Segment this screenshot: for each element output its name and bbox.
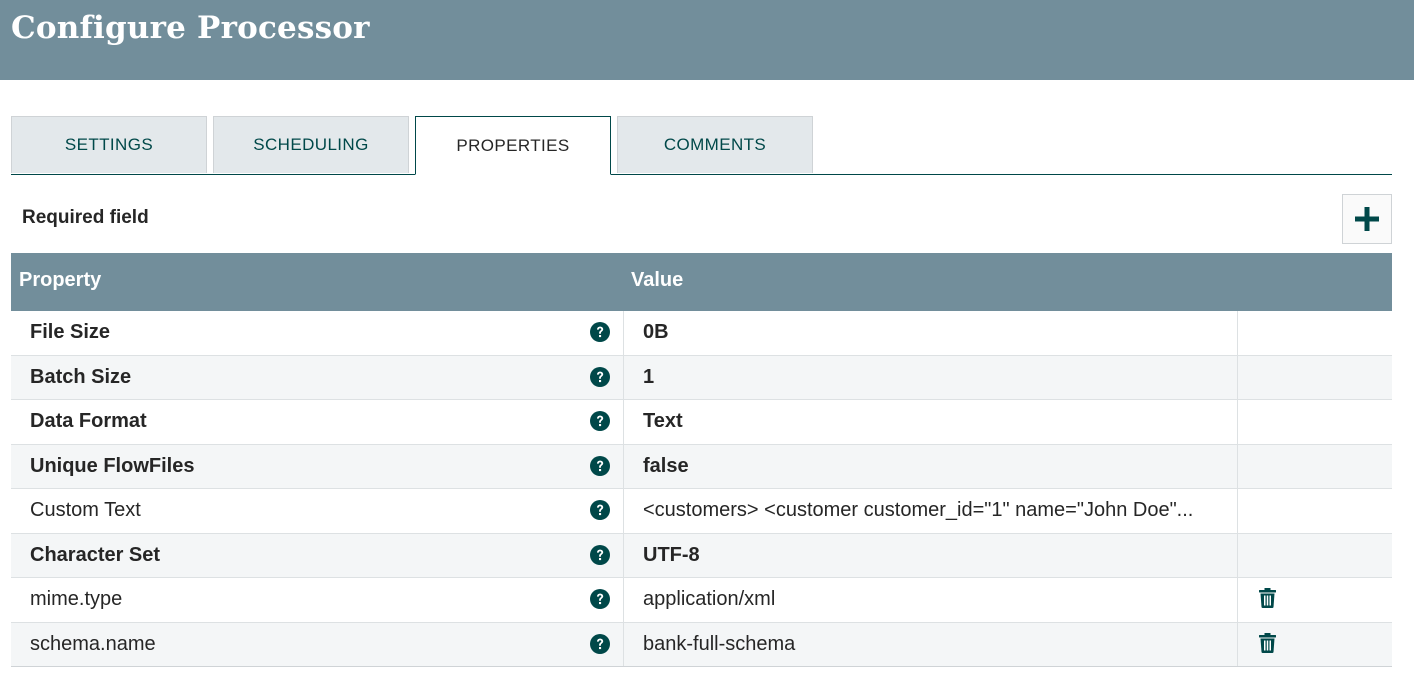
property-name: Custom Text (30, 499, 141, 521)
table-row[interactable]: schema.name bank-full-schema (11, 621, 1392, 667)
table-header: Property Value (11, 253, 1392, 311)
property-value: 1 (643, 365, 655, 388)
properties-table: Property Value File Size 0B Batch Size 1 Dat… (11, 253, 1392, 667)
property-name-cell: mime.type (11, 578, 624, 622)
property-name: Data Format (30, 410, 147, 432)
property-value-cell[interactable]: bank-full-schema (624, 622, 1238, 666)
column-header-property[interactable]: Property (19, 269, 101, 292)
property-name-cell: Custom Text (11, 489, 624, 533)
property-value: <customers> <customer customer_id="1" na… (643, 499, 1194, 521)
dialog-title: Configure Processor (11, 10, 370, 46)
property-action-cell (1238, 356, 1392, 400)
property-name-cell: Character Set (11, 533, 624, 577)
property-name-cell: Unique FlowFiles (11, 444, 624, 488)
property-value: bank-full-schema (643, 632, 796, 655)
tab-scheduling[interactable]: SCHEDULING (213, 116, 409, 173)
tab-bar: SETTINGS SCHEDULING PROPERTIES COMMENTS (11, 116, 1392, 175)
property-value: false (643, 454, 689, 477)
property-value-cell[interactable]: UTF-8 (624, 533, 1238, 577)
help-icon[interactable] (590, 544, 610, 565)
property-name: schema.name (30, 632, 156, 655)
property-value: Text (643, 410, 683, 432)
property-action-cell (1238, 623, 1392, 667)
help-icon[interactable] (590, 633, 610, 654)
table-row[interactable]: Character Set UTF-8 (11, 532, 1392, 578)
property-value: application/xml (643, 588, 776, 610)
help-icon[interactable] (590, 500, 610, 520)
table-row[interactable]: Unique FlowFiles false (11, 443, 1392, 489)
property-value: UTF-8 (643, 543, 700, 566)
property-value-cell[interactable]: Text (624, 400, 1238, 444)
property-name-cell: File Size (11, 311, 624, 355)
property-name-cell: schema.name (11, 622, 624, 666)
trash-icon[interactable] (1259, 588, 1276, 608)
property-value-cell[interactable]: 1 (624, 355, 1238, 399)
property-name: Batch Size (30, 365, 132, 388)
property-value-cell[interactable]: 0B (624, 311, 1238, 355)
plus-icon (1355, 207, 1379, 231)
table-row[interactable]: Custom Text <customers> <customer custome… (11, 488, 1392, 533)
table-row[interactable]: File Size 0B (11, 311, 1392, 355)
property-value-cell[interactable]: false (624, 444, 1238, 488)
property-name: File Size (30, 321, 111, 343)
property-value: 0B (643, 321, 669, 343)
property-action-cell (1238, 400, 1392, 444)
property-name: mime.type (30, 588, 123, 610)
property-value-cell[interactable]: <customers> <customer customer_id="1" na… (624, 489, 1238, 533)
help-icon[interactable] (590, 366, 610, 387)
table-row[interactable]: Data Format Text (11, 399, 1392, 444)
table-row[interactable]: mime.type application/xml (11, 577, 1392, 622)
tab-comments[interactable]: COMMENTS (617, 116, 813, 173)
property-name-cell: Batch Size (11, 355, 624, 399)
property-name-cell: Data Format (11, 400, 624, 444)
property-name: Character Set (30, 543, 161, 566)
add-property-button[interactable] (1342, 194, 1392, 244)
property-action-cell (1238, 445, 1392, 489)
property-action-cell (1238, 311, 1392, 355)
property-action-cell (1238, 578, 1392, 622)
help-icon[interactable] (590, 455, 610, 476)
property-value-cell[interactable]: application/xml (624, 578, 1238, 622)
required-field-label: Required field (22, 207, 149, 228)
tab-properties[interactable]: PROPERTIES (415, 116, 611, 175)
property-action-cell (1238, 489, 1392, 533)
property-name: Unique FlowFiles (30, 454, 195, 477)
trash-icon[interactable] (1259, 632, 1276, 653)
dialog-header: Configure Processor (0, 0, 1414, 80)
table-body: File Size 0B Batch Size 1 Data Format Text Uni… (11, 311, 1392, 666)
help-icon[interactable] (590, 589, 610, 609)
property-action-cell (1238, 534, 1392, 578)
tab-settings[interactable]: SETTINGS (11, 116, 207, 173)
table-row[interactable]: Batch Size 1 (11, 354, 1392, 400)
help-icon[interactable] (590, 411, 610, 431)
column-header-value[interactable]: Value (631, 269, 683, 292)
help-icon[interactable] (590, 322, 610, 342)
